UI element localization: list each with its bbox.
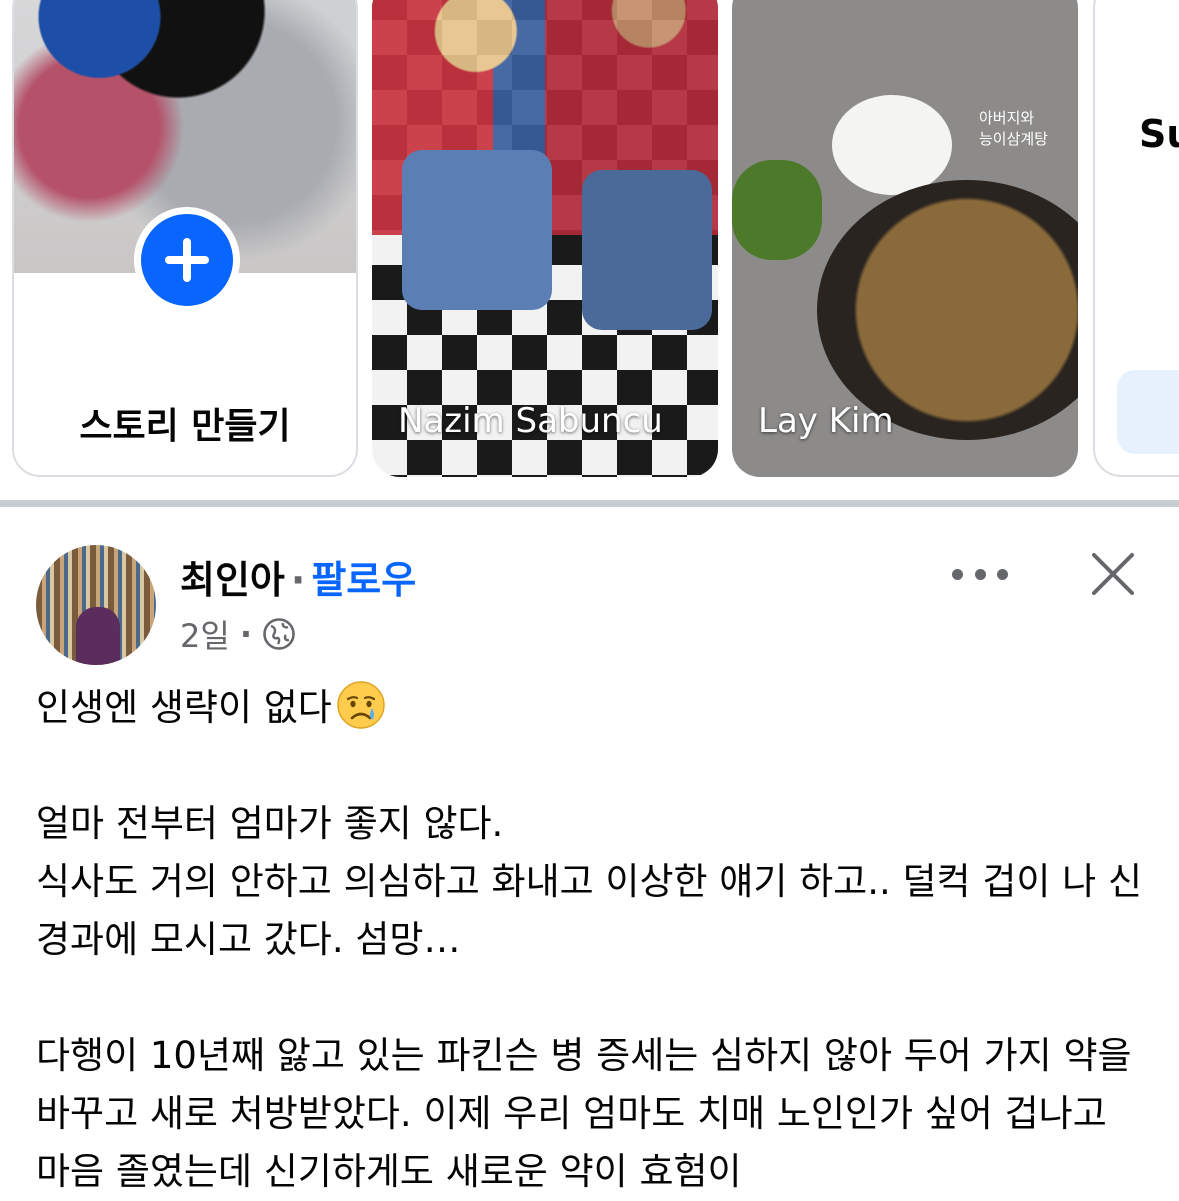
post-timestamp[interactable]: 2일 — [180, 611, 230, 657]
stories-tray: 스토리 만들기 Nazim Sabuncu 아버지와 능이삼계탕 Lay Kim… — [0, 0, 1179, 500]
story-image-detail — [732, 160, 822, 260]
globe-icon — [263, 618, 295, 650]
feed-post: 최인아 · 팔로우 2일 · 인생엔 생략이 없다 얼마 전부터 엄마가 좋지 … — [0, 507, 1179, 1193]
follow-button[interactable]: 팔로우 — [311, 558, 416, 602]
section-divider — [0, 500, 1179, 507]
story-caption: 아버지와 능이삼계탕 — [979, 108, 1048, 150]
more-dot — [952, 568, 963, 580]
author-name[interactable]: 최인아 — [180, 558, 285, 602]
more-dot — [974, 568, 986, 580]
plus-icon[interactable] — [134, 207, 240, 313]
post-meta: 2일 · — [180, 611, 296, 657]
create-story-card[interactable]: 스토리 만들기 — [12, 0, 358, 477]
story-caption-line: 능이삼계탕 — [978, 130, 1048, 148]
post-first-line: 인생엔 생략이 없다 — [36, 686, 332, 729]
story-peek-button[interactable] — [1117, 370, 1179, 454]
post-text: 인생엔 생략이 없다 얼마 전부터 엄마가 좋지 않다. 식사도 거의 안하고 … — [36, 679, 1146, 1201]
avatar[interactable] — [36, 545, 156, 665]
close-icon[interactable] — [1090, 551, 1136, 597]
post-paragraph: 얼마 전부터 엄마가 좋지 않다. 식사도 거의 안하고 의심하고 화내고 이상… — [36, 802, 1143, 961]
more-options-icon[interactable] — [952, 557, 1008, 591]
story-peek-text: Su — [1139, 112, 1179, 156]
story-card-peek[interactable]: Su — [1093, 0, 1179, 477]
post-paragraph: 다행이 10년째 앓고 있는 파킨슨 병 증세는 심하지 않아 두어 가지 약을… — [36, 1034, 1132, 1193]
story-card-lay-kim[interactable]: 아버지와 능이삼계탕 Lay Kim — [732, 0, 1078, 477]
create-story-label: 스토리 만들기 — [79, 406, 291, 447]
post-text-line: 인생엔 생략이 없다 — [36, 679, 1146, 737]
crying-face-emoji-icon — [337, 681, 385, 729]
separator-dot: · — [239, 615, 252, 653]
story-author-name: Nazim Sabuncu — [398, 401, 663, 441]
story-image-detail — [832, 95, 952, 195]
separator-dot: · — [290, 558, 306, 602]
more-dot — [997, 568, 1008, 580]
story-caption-line: 아버지와 — [978, 109, 1035, 127]
story-image-detail — [402, 150, 552, 310]
post-header: 최인아 · 팔로우 — [180, 549, 416, 604]
story-author-name: Lay Kim — [758, 401, 894, 441]
story-card-nazim-sabuncu[interactable]: Nazim Sabuncu — [372, 0, 718, 477]
story-image-detail — [582, 170, 712, 330]
